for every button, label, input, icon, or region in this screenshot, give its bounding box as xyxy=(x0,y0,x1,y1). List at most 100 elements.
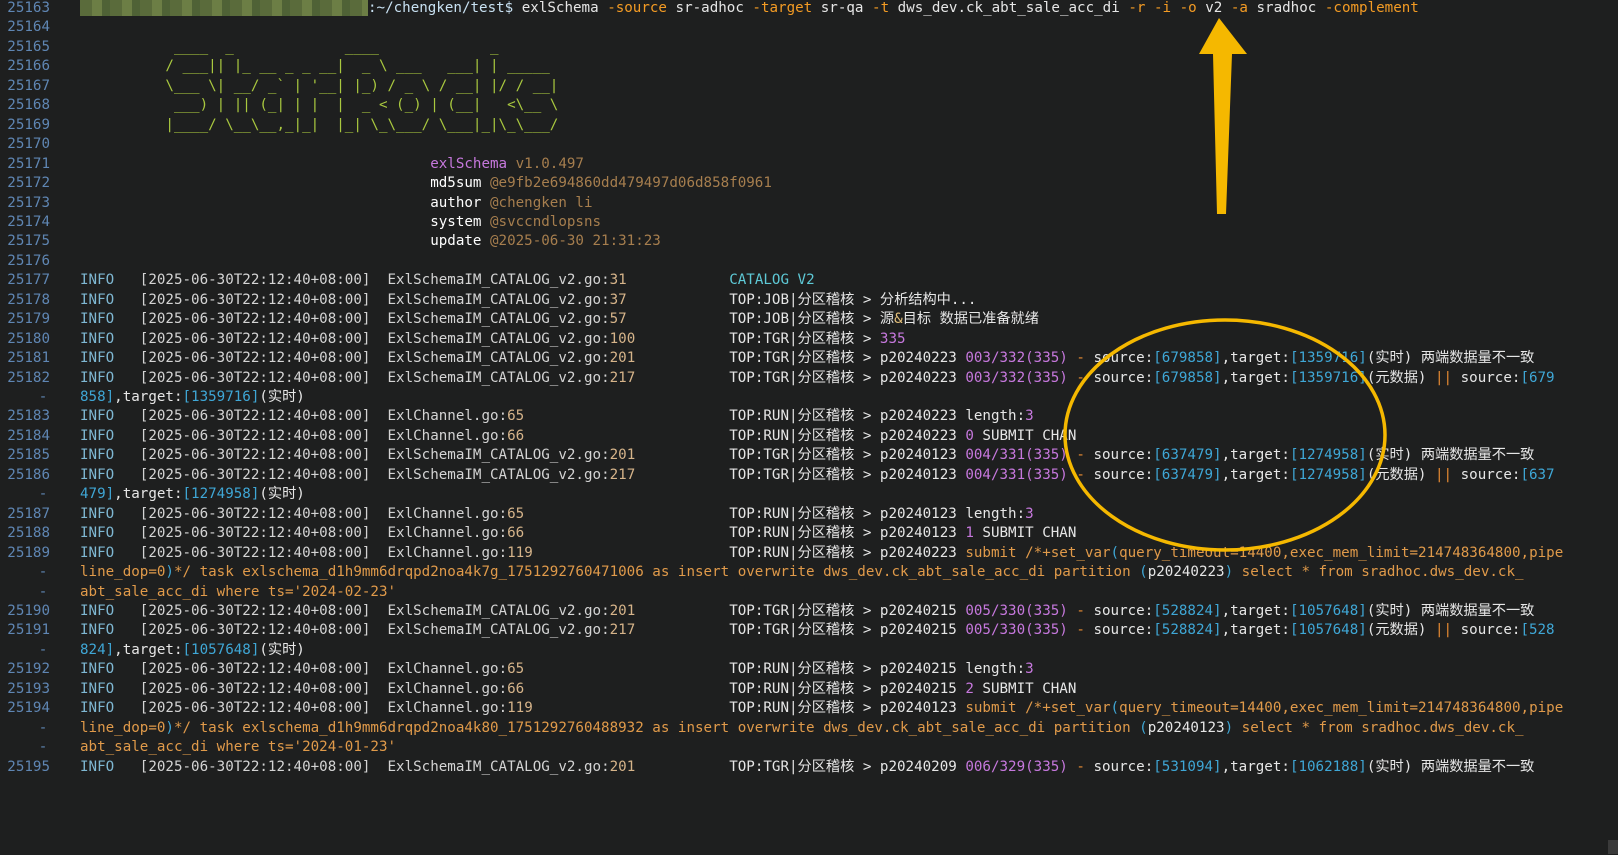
text-segment xyxy=(533,545,729,561)
line-content: / ___|| |_ __ _ _ __| _ \ ___ ___| | ___… xyxy=(80,56,1618,76)
terminal-line: 25166 / ___|| |_ __ _ _ __| _ \ ___ ___|… xyxy=(0,56,1618,76)
text-segment: ] xyxy=(361,525,388,542)
log-message-part: [637 xyxy=(1520,466,1555,483)
log-message-part: ) xyxy=(1224,564,1234,581)
text-segment: [ xyxy=(114,427,149,444)
log-source-file: ExlChannel.go xyxy=(387,427,499,444)
text-segment: ] xyxy=(361,350,388,367)
line-content: abt_sale_acc_di where ts='2024-02-23' xyxy=(80,582,1618,602)
scrollbar-thumb[interactable] xyxy=(1608,840,1618,854)
text-segment: [ xyxy=(114,661,149,678)
command-flag: -t xyxy=(872,0,890,16)
text-segment xyxy=(80,175,430,191)
log-level: INFO xyxy=(80,330,115,347)
text-segment: : xyxy=(498,544,508,561)
wrap-marker: - xyxy=(38,583,48,600)
log-message-part: submit /*+set_var xyxy=(965,700,1111,717)
log-message-part: TOP:RUN|分区稽核 > p20240215 length: xyxy=(729,661,1026,678)
line-content: INFO [2025-06-30T22:12:40+08:00] ExlChan… xyxy=(80,698,1618,718)
log-source-line: 100 xyxy=(609,330,636,347)
log-message-part: [1274958] xyxy=(182,486,260,503)
line-number: 25180 xyxy=(7,330,50,347)
text-segment xyxy=(1316,0,1325,16)
log-message-part: 479] xyxy=(80,486,115,503)
log-source-line: 66 xyxy=(507,427,525,444)
log-source-file: ExlChannel.go xyxy=(387,544,499,561)
text-segment xyxy=(635,622,729,638)
terminal-window[interactable]: 25163:~/chengken/test$ exlSchema -source… xyxy=(0,0,1618,855)
ascii-banner-line: \___ \| __/ _` | '__| |_) / _ \ / __| |/… xyxy=(80,77,559,94)
log-message-part: ( xyxy=(1110,700,1120,717)
text-segment: [ xyxy=(114,350,149,367)
log-level: INFO xyxy=(80,758,115,775)
log-message-part: ,target: xyxy=(1221,622,1290,639)
meta-value: @chengken li xyxy=(490,194,593,211)
log-message-part: source: xyxy=(1460,369,1521,386)
log-source-line: 217 xyxy=(609,466,636,483)
log-source-file: ExlChannel.go xyxy=(387,505,499,522)
log-message-part: ) xyxy=(1224,719,1234,736)
log-source-line: 65 xyxy=(507,408,525,425)
line-content: INFO [2025-06-30T22:12:40+08:00] ExlSche… xyxy=(80,620,1618,640)
log-message-part: TOP:TGR|分区稽核 > xyxy=(729,330,880,347)
text-segment: ] xyxy=(361,622,388,639)
log-source-file: ExlSchemaIM_CATALOG_v2.go xyxy=(387,272,602,289)
terminal-line: 25192 INFO [2025-06-30T22:12:40+08:00] Ex… xyxy=(0,659,1618,679)
log-level: INFO xyxy=(80,447,115,464)
terminal-line: 25194 INFO [2025-06-30T22:12:40+08:00] Ex… xyxy=(0,698,1618,718)
text-segment: ] xyxy=(361,505,388,522)
text-segment: : xyxy=(601,311,610,328)
text-segment: ] xyxy=(361,291,388,308)
prompt-path: :~/chengken/test$ xyxy=(368,0,514,16)
text-segment: : xyxy=(601,369,610,386)
log-message-part: || xyxy=(1426,466,1461,483)
line-number: 25164 xyxy=(7,19,50,36)
log-message-part: source: xyxy=(1093,602,1154,619)
line-number: 25192 xyxy=(7,661,50,678)
log-message-part: TOP:RUN|分区稽核 > p20240223 xyxy=(729,544,966,561)
text-segment xyxy=(667,0,676,16)
log-source-file: ExlSchemaIM_CATALOG_v2.go xyxy=(387,291,602,308)
text-segment xyxy=(524,681,729,697)
text-segment xyxy=(80,195,430,211)
text-segment: [ xyxy=(114,525,149,542)
command-flag: -complement xyxy=(1324,0,1419,16)
line-content: md5sum @e9fb2e694860dd479497d06d858f0961 xyxy=(80,173,1618,193)
log-message-part: (实时) xyxy=(259,486,305,503)
log-level: INFO xyxy=(80,291,115,308)
log-level: INFO xyxy=(80,700,115,717)
text-segment: : xyxy=(601,291,610,308)
log-message-part: select * from sradhoc.dws_dev.ck_ xyxy=(1233,719,1524,736)
log-source-file: ExlChannel.go xyxy=(387,525,499,542)
terminal-line: 25177 INFO [2025-06-30T22:12:40+08:00] Ex… xyxy=(0,270,1618,290)
text-segment: [ xyxy=(114,311,149,328)
text-segment: : xyxy=(601,447,610,464)
line-content: update @2025-06-30 21:31:23 xyxy=(80,231,1618,251)
log-source-file: ExlSchemaIM_CATALOG_v2.go xyxy=(387,350,602,367)
log-level: INFO xyxy=(80,272,115,289)
terminal-line: 25176 xyxy=(0,251,1618,271)
log-timestamp: 2025-06-30T22:12:40+08:00 xyxy=(148,544,362,561)
log-message-part: 3 xyxy=(1025,408,1034,425)
line-number: 25170 xyxy=(7,136,50,153)
text-segment xyxy=(481,233,490,249)
command-flag: -i xyxy=(1153,0,1172,16)
line-content: ____ _ ____ _ xyxy=(80,37,1618,57)
terminal-line: - abt_sale_acc_di where ts='2024-01-23' xyxy=(0,737,1618,757)
log-source-file: ExlChannel.go xyxy=(387,661,499,678)
text-segment xyxy=(1222,0,1231,16)
log-timestamp: 2025-06-30T22:12:40+08:00 xyxy=(148,661,362,678)
terminal-line: 25178 INFO [2025-06-30T22:12:40+08:00] Ex… xyxy=(0,290,1618,310)
text-segment: ] xyxy=(361,408,388,425)
text-segment xyxy=(507,156,516,172)
terminal-line: 25195 INFO [2025-06-30T22:12:40+08:00] Ex… xyxy=(0,757,1618,777)
text-segment: : xyxy=(601,330,610,347)
log-timestamp: 2025-06-30T22:12:40+08:00 xyxy=(148,700,362,717)
log-message-part: [1359716] xyxy=(182,389,260,405)
line-content: \___ \| __/ _` | '__| |_) / _ \ / __| |/… xyxy=(80,76,1618,96)
log-timestamp: 2025-06-30T22:12:40+08:00 xyxy=(148,525,362,542)
text-segment xyxy=(524,661,729,677)
terminal-line: 25174 system @svccndlopsns xyxy=(0,212,1618,232)
text-segment: : xyxy=(601,350,610,367)
line-number: 25179 xyxy=(7,311,50,328)
